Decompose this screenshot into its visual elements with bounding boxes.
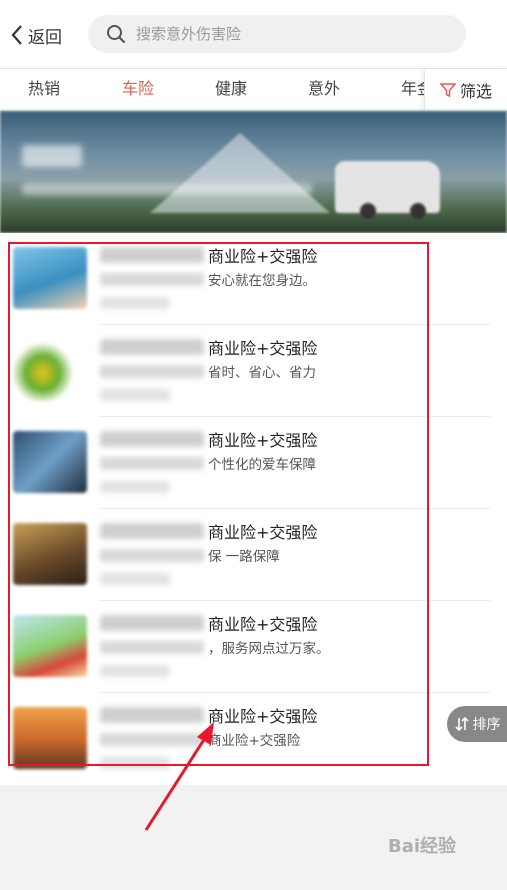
tab-health[interactable]: 健康 xyxy=(215,69,247,111)
banner-wheel xyxy=(410,203,426,219)
search-icon xyxy=(107,25,126,44)
search-box[interactable] xyxy=(88,15,466,53)
filter-label: 筛选 xyxy=(459,82,492,101)
annotation-highlight-box xyxy=(8,242,429,766)
top-bar: 返回 xyxy=(0,0,507,68)
sort-icon xyxy=(454,716,469,732)
banner-wheel xyxy=(360,203,376,219)
back-button[interactable]: 返回 xyxy=(10,20,62,50)
filter-button[interactable]: 筛选 xyxy=(424,69,507,111)
watermark-logo: Bai经验 xyxy=(388,836,457,857)
sort-button[interactable]: 排序 xyxy=(447,706,507,742)
tab-car-insurance[interactable]: 车险 xyxy=(122,69,154,111)
banner-blurred-text xyxy=(22,183,312,195)
banner-blurred-title xyxy=(22,145,82,167)
filter-icon xyxy=(439,83,456,98)
banner-mountain xyxy=(150,133,330,213)
search-input[interactable] xyxy=(134,24,438,44)
sort-label: 排序 xyxy=(472,717,501,733)
chevron-left-icon xyxy=(11,25,22,45)
promo-banner[interactable] xyxy=(0,111,507,233)
category-tabs: 热销 车险 健康 意外 年金 筛选 xyxy=(0,68,507,112)
tab-accident[interactable]: 意外 xyxy=(308,69,340,111)
back-label: 返回 xyxy=(28,27,62,48)
tab-hot[interactable]: 热销 xyxy=(28,69,60,111)
